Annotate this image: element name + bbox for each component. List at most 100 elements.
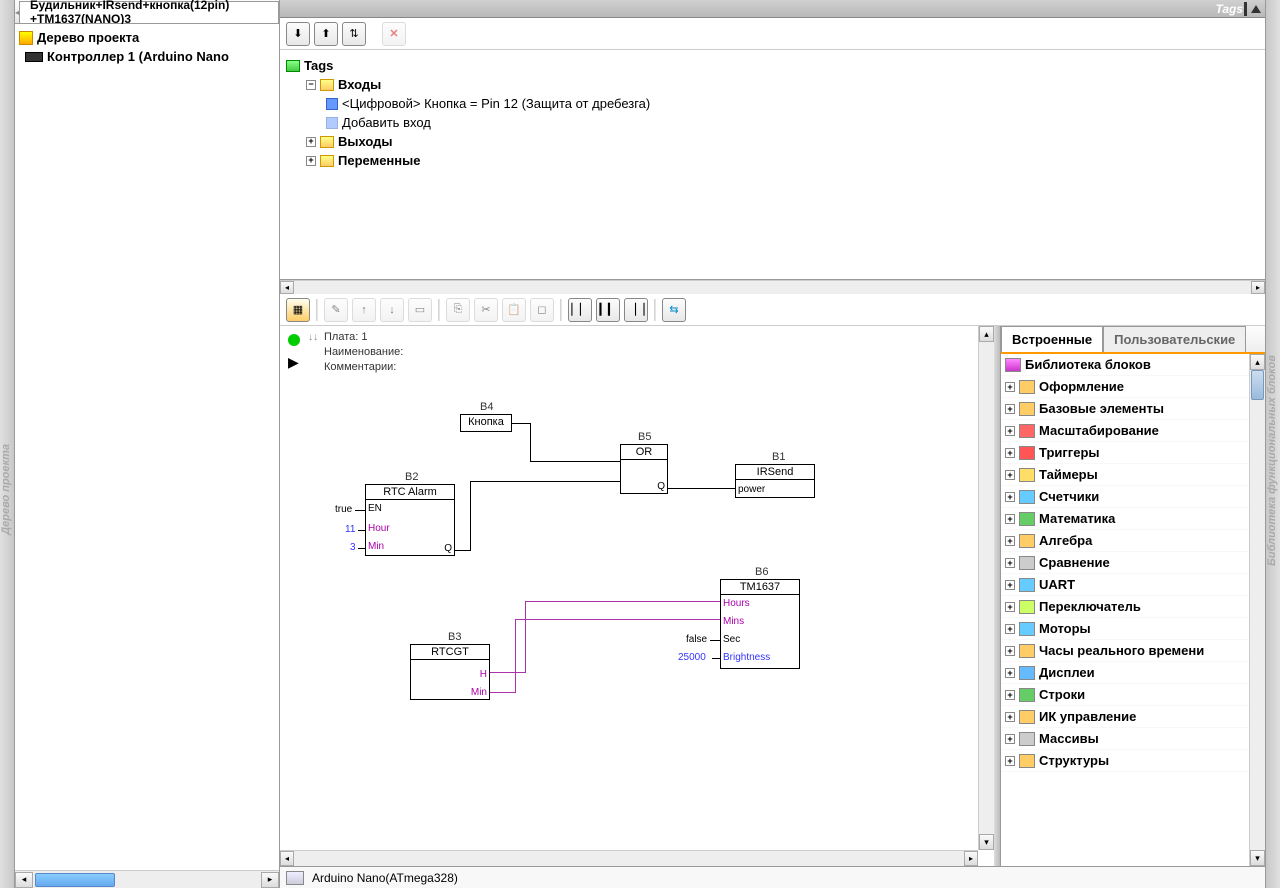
- block-b2[interactable]: RTC Alarm EN Hour Min Q: [365, 484, 455, 556]
- category-icon: [1019, 644, 1035, 658]
- paste-button[interactable]: 📋: [502, 298, 526, 322]
- tags-root[interactable]: Tags: [286, 56, 1259, 75]
- variables-node[interactable]: + Переменные: [306, 151, 1259, 170]
- library-list[interactable]: Библиотека блоков +Оформление+Базовые эл…: [1001, 354, 1249, 866]
- add-var-button[interactable]: ⇅: [342, 22, 366, 46]
- board-button[interactable]: ▦: [286, 298, 310, 322]
- expand-icon[interactable]: +: [1005, 470, 1015, 480]
- library-category[interactable]: +Алгебра: [1001, 530, 1249, 552]
- add-input-button[interactable]: ⬇: [286, 22, 310, 46]
- library-category[interactable]: +Дисплеи: [1001, 662, 1249, 684]
- expand-icon[interactable]: +: [1005, 690, 1015, 700]
- scroll-left-button[interactable]: ◂: [15, 872, 33, 888]
- canvas-hscroll[interactable]: ◂▸: [280, 850, 978, 866]
- expand-icon[interactable]: +: [1005, 756, 1015, 766]
- expand-icon[interactable]: +: [1005, 624, 1015, 634]
- block-b5[interactable]: OR Q: [620, 444, 668, 494]
- tags-icon: [286, 60, 300, 72]
- library-category[interactable]: +Базовые элементы: [1001, 398, 1249, 420]
- align-center-button[interactable]: ▎▎: [596, 298, 620, 322]
- project-root[interactable]: Дерево проекта: [19, 28, 275, 47]
- expand-icon[interactable]: +: [1005, 514, 1015, 524]
- library-category[interactable]: +Оформление: [1001, 376, 1249, 398]
- tab-user[interactable]: Пользовательские: [1103, 326, 1246, 352]
- tool-button[interactable]: ◻: [530, 298, 554, 322]
- library-category[interactable]: +Массивы: [1001, 728, 1249, 750]
- library-category[interactable]: +UART: [1001, 574, 1249, 596]
- val-bright: 25000: [678, 652, 706, 663]
- val-min: 3: [350, 542, 356, 553]
- library-category[interactable]: +Масштабирование: [1001, 420, 1249, 442]
- down-button[interactable]: ↓: [380, 298, 404, 322]
- library-category[interactable]: +Структуры: [1001, 750, 1249, 772]
- outputs-node[interactable]: + Выходы: [306, 132, 1259, 151]
- align-left-button[interactable]: ▏▏: [568, 298, 592, 322]
- library-category[interactable]: +Часы реального времени: [1001, 640, 1249, 662]
- block-b6[interactable]: TM1637 Hours Mins Sec Brightness: [720, 579, 800, 669]
- expand-icon[interactable]: +: [1005, 602, 1015, 612]
- val-hour: 11: [345, 524, 355, 535]
- library-category[interactable]: +ИК управление: [1001, 706, 1249, 728]
- workspace: ↓↓ ▶ Плата: 1 Наименование: Комментарии:…: [280, 326, 1265, 866]
- tags-tree[interactable]: Tags − Входы <Цифровой> Кнопка = Pin 12 …: [280, 50, 1265, 280]
- tool-button[interactable]: ✎: [324, 298, 348, 322]
- collapse-up-icon[interactable]: [1251, 5, 1261, 13]
- add-input-item[interactable]: Добавить вход: [326, 113, 1259, 132]
- expand-icon[interactable]: +: [1005, 646, 1015, 656]
- expand-icon[interactable]: +: [1005, 382, 1015, 392]
- scroll-right-button[interactable]: ▸: [261, 872, 279, 888]
- block-id-b5: B5: [638, 431, 651, 443]
- expand-icon[interactable]: +: [1005, 404, 1015, 414]
- collapse-icon[interactable]: −: [306, 80, 316, 90]
- val-true: true: [335, 504, 352, 515]
- canvas[interactable]: ↓↓ ▶ Плата: 1 Наименование: Комментарии:…: [280, 326, 994, 866]
- library-root[interactable]: Библиотека блоков: [1001, 354, 1249, 376]
- category-icon: [1019, 710, 1035, 724]
- expand-icon[interactable]: +: [1005, 536, 1015, 546]
- library-category[interactable]: +Триггеры: [1001, 442, 1249, 464]
- expand-icon[interactable]: +: [1005, 426, 1015, 436]
- project-tree[interactable]: Дерево проекта Контроллер 1 (Arduino Nan…: [15, 24, 279, 870]
- expand-icon[interactable]: +: [1005, 580, 1015, 590]
- library-category[interactable]: +Строки: [1001, 684, 1249, 706]
- tags-hscroll[interactable]: ◂▸: [280, 280, 1265, 294]
- library-category[interactable]: +Моторы: [1001, 618, 1249, 640]
- library-category[interactable]: +Счетчики: [1001, 486, 1249, 508]
- tab-builtin[interactable]: Встроенные: [1001, 326, 1103, 352]
- left-dock-tab[interactable]: Дерево проекта: [0, 0, 15, 888]
- tool-button[interactable]: ▭: [408, 298, 432, 322]
- library-category[interactable]: +Таймеры: [1001, 464, 1249, 486]
- comment-label: Комментарии:: [324, 361, 396, 373]
- up-button[interactable]: ↑: [352, 298, 376, 322]
- cut-button[interactable]: ✂: [474, 298, 498, 322]
- network-button[interactable]: ⇆: [662, 298, 686, 322]
- block-b1[interactable]: IRSend power: [735, 464, 815, 498]
- expand-icon[interactable]: +: [306, 137, 316, 147]
- align-right-button[interactable]: ▕▕: [624, 298, 648, 322]
- canvas-vscroll[interactable]: ▴▾: [978, 326, 994, 850]
- controller-item[interactable]: Контроллер 1 (Arduino Nano: [25, 47, 275, 66]
- inputs-node[interactable]: − Входы: [306, 75, 1259, 94]
- input-pin-item[interactable]: <Цифровой> Кнопка = Pin 12 (Защита от др…: [326, 94, 1259, 113]
- expand-icon[interactable]: +: [1005, 734, 1015, 744]
- expand-icon[interactable]: +: [1005, 712, 1015, 722]
- project-hscroll[interactable]: ◂ ▸: [15, 870, 279, 888]
- library-category[interactable]: +Математика: [1001, 508, 1249, 530]
- right-dock-tab[interactable]: Библиотека функциональных блоков: [1265, 0, 1280, 888]
- expand-icon[interactable]: +: [1005, 668, 1015, 678]
- expand-icon[interactable]: +: [1005, 558, 1015, 568]
- library-category[interactable]: +Переключатель: [1001, 596, 1249, 618]
- block-b3[interactable]: RTCGT H Min: [410, 644, 490, 700]
- scroll-thumb[interactable]: [35, 873, 115, 887]
- copy-button[interactable]: ⎘: [446, 298, 470, 322]
- add-output-button[interactable]: ⬆: [314, 22, 338, 46]
- project-tab[interactable]: Будильник+IRsend+кнопка(12pin) +TM1637(N…: [19, 1, 279, 23]
- library-category[interactable]: +Сравнение: [1001, 552, 1249, 574]
- category-icon: [1019, 754, 1035, 768]
- expand-icon[interactable]: +: [306, 156, 316, 166]
- play-icon[interactable]: ▶: [288, 354, 299, 371]
- block-b4[interactable]: Кнопка: [460, 414, 512, 432]
- expand-icon[interactable]: +: [1005, 492, 1015, 502]
- library-vscroll[interactable]: ▴ ▾: [1249, 354, 1265, 866]
- expand-icon[interactable]: +: [1005, 448, 1015, 458]
